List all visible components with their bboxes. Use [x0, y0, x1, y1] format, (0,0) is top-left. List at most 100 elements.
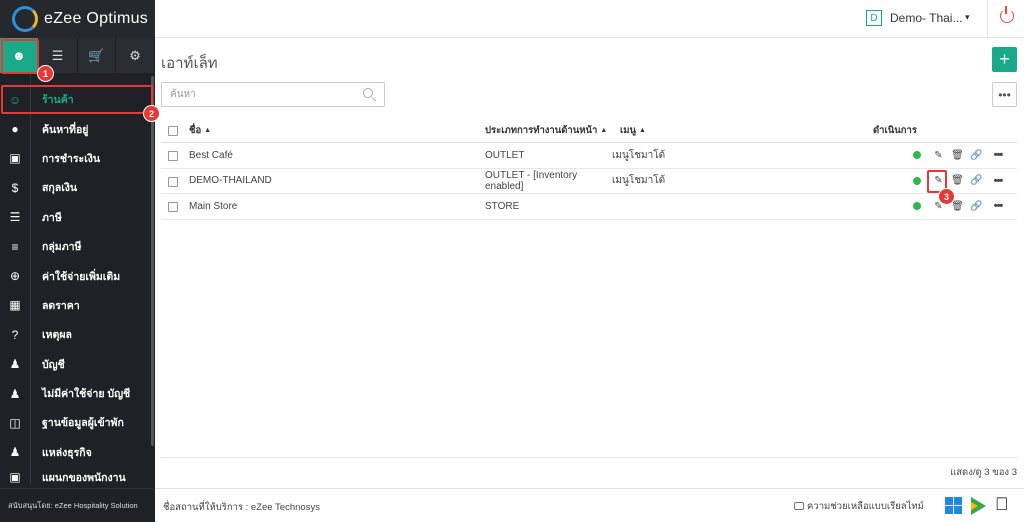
- sidebar-item-tax-group[interactable]: ≡ กลุ่มภาษี: [0, 232, 155, 261]
- sidebar-item-guest-database[interactable]: ◫ ฐานข้อมูลผู้เข้าพัก: [0, 408, 155, 437]
- sidebar-item-employee-department[interactable]: ▣ แผนกของพนักงาน: [0, 467, 155, 487]
- sort-asc-icon: ▲: [204, 126, 212, 134]
- status-active-icon[interactable]: [913, 202, 921, 211]
- sidebar-item-extra-charge[interactable]: ⊕ ค่าใช้จ่ายเพิ่มเติม: [0, 261, 155, 290]
- footer-provider: ชื่อสถานที่ให้บริการ : eZee Technosys: [163, 502, 320, 513]
- sidebar-item-label: เหตุผล: [42, 329, 72, 342]
- gift-icon: ▦: [9, 298, 21, 313]
- column-label: เมนู: [620, 124, 637, 136]
- ezee-logo-icon: [12, 6, 38, 32]
- step-badge-3: 3: [938, 188, 955, 205]
- edit-icon[interactable]: ✎: [929, 175, 948, 186]
- outlet-type: OUTLET - [Inventory enabled]: [485, 169, 578, 192]
- sidebar-footer: สนับสนุนโดย: eZee Hospitality Solution: [0, 488, 155, 522]
- sidebar-item-label: ร้านค้า: [42, 94, 74, 107]
- gear-icon[interactable]: ⚙: [116, 38, 155, 73]
- sidebar-item-business-source[interactable]: ♟ แหล่งธุรกิจ: [0, 438, 155, 467]
- search-icon[interactable]: [363, 88, 373, 98]
- outlet-menu: เมนูโชมาโต้: [612, 175, 666, 187]
- card-icon: ▣: [9, 151, 21, 166]
- sidebar-scrollbar[interactable]: [151, 76, 154, 446]
- google-play-icon[interactable]: [971, 497, 986, 515]
- sidebar-item-tax[interactable]: ☰ ภาษี: [0, 203, 155, 232]
- sidebar-item-currency[interactable]: $ สกุลเงิน: [0, 173, 155, 202]
- table-bottom-divider: [161, 457, 1017, 458]
- sidebar-item-label: ภาษี: [42, 211, 62, 224]
- search-input[interactable]: [161, 82, 385, 107]
- sidebar-item-label: กลุ่มภาษี: [42, 241, 82, 254]
- more-icon[interactable]: •••: [986, 175, 1010, 187]
- more-icon[interactable]: •••: [986, 200, 1010, 212]
- property-selector[interactable]: Demo- Thai...: [890, 11, 962, 25]
- live-help-link[interactable]: ความช่วยเหลือแบบเรียลไทม์: [794, 499, 924, 514]
- property-initial-badge[interactable]: D: [866, 10, 882, 26]
- top-header: D Demo- Thai... ▾: [155, 0, 1024, 38]
- outlet-name[interactable]: Main Store: [189, 194, 237, 219]
- sidebar-menu: ☺ ร้านค้า ● ค้นหาที่อยู่ ▣ การชำระเงิน $ สกุ…: [0, 85, 155, 487]
- sidebar-item-payment[interactable]: ▣ การชำระเงิน: [0, 144, 155, 173]
- sort-asc-icon: ▲: [600, 126, 608, 134]
- edit-icon[interactable]: ✎: [929, 150, 948, 161]
- row-checkbox[interactable]: [168, 151, 178, 161]
- column-header-menu[interactable]: เมนู ▲: [620, 118, 646, 142]
- apple-icon[interactable]: : [995, 494, 1009, 515]
- cart-icon[interactable]: 🛒: [78, 38, 117, 73]
- more-icon[interactable]: •••: [986, 149, 1010, 161]
- link-icon[interactable]: 🔗: [967, 201, 986, 212]
- users-icon: ♟: [9, 445, 21, 460]
- row-actions: ✎ 🗑 🔗 •••: [913, 169, 1010, 194]
- add-button[interactable]: +: [992, 47, 1017, 72]
- sidebar-item-label: สกุลเงิน: [42, 182, 78, 195]
- power-icon[interactable]: [1000, 6, 1014, 23]
- row-checkbox[interactable]: [168, 202, 178, 212]
- outlet-type: STORE: [485, 200, 520, 212]
- sidebar-item-reason[interactable]: ? เหตุผล: [0, 320, 155, 349]
- table-row: Best Café OUTLET เมนูโชมาโต้ ✎ 🗑 🔗 •••: [161, 143, 1017, 169]
- link-icon[interactable]: 🔗: [967, 150, 986, 161]
- bars-icon: ☰: [9, 210, 21, 225]
- app-title: eZee Optimus: [44, 10, 149, 27]
- more-options-button[interactable]: •••: [992, 82, 1017, 107]
- sidebar-item-label: แหล่งธุรกิจ: [42, 446, 92, 459]
- select-all-checkbox[interactable]: [168, 126, 178, 136]
- row-actions: ✎ 🗑 🔗 •••: [913, 143, 1010, 168]
- sidebar-item-label: ไม่มีค่าใช้จ่าย บัญชี: [42, 388, 131, 401]
- row-actions: ✎ 🗑 🔗 •••: [913, 194, 1010, 219]
- outlet-menu: เมนูโชมาโต้: [612, 149, 666, 161]
- trash-icon[interactable]: 🗑: [948, 150, 967, 161]
- row-checkbox[interactable]: [168, 176, 178, 187]
- outlet-name[interactable]: Best Café: [189, 143, 233, 168]
- sidebar-item-label: แผนกของพนักงาน: [42, 471, 126, 484]
- column-header-type[interactable]: ประเภทการทำงานด้านหน้า ▲: [485, 118, 607, 142]
- page-footer: ชื่อสถานที่ให้บริการ : eZee Technosys คว…: [155, 488, 1024, 522]
- card-icon: ▣: [9, 470, 21, 485]
- chevron-down-icon[interactable]: ▾: [965, 12, 970, 23]
- sort-asc-icon: ▲: [639, 126, 646, 134]
- chat-icon: [794, 502, 804, 510]
- table-row: Main Store STORE ✎ 🗑 🔗 •••: [161, 194, 1017, 220]
- sidebar-item-label: ค่าใช้จ่ายเพิ่มเติม: [42, 270, 121, 283]
- status-active-icon[interactable]: [913, 176, 921, 185]
- sidebar: eZee Optimus ☻ ☰ 🛒 ⚙ ☺ ร้านค้า ● ค้นหาที่อ…: [0, 0, 155, 522]
- sidebar-item-account[interactable]: ♟ บัญชี: [0, 350, 155, 379]
- sidebar-item-complimentary-account[interactable]: ♟ ไม่มีค่าใช้จ่าย บัญชี: [0, 379, 155, 408]
- user-settings-icon[interactable]: ☻: [0, 38, 39, 73]
- trash-icon[interactable]: 🗑: [948, 175, 967, 186]
- link-icon[interactable]: 🔗: [967, 175, 986, 186]
- column-header-name[interactable]: ชื่อ ▲: [189, 118, 211, 142]
- sidebar-item-label: ค้นหาที่อยู่: [42, 123, 89, 136]
- column-label: ประเภทการทำงานด้านหน้า: [485, 124, 598, 136]
- sidebar-item-store[interactable]: ☺ ร้านค้า: [0, 85, 155, 114]
- sidebar-item-label: บัญชี: [42, 358, 65, 371]
- logo-bar: eZee Optimus: [0, 0, 155, 38]
- plus-circle-icon: ⊕: [9, 269, 21, 284]
- pagination-info: แสดง/ดู 3 ของ 3: [950, 467, 1017, 478]
- status-active-icon[interactable]: [913, 151, 921, 160]
- sidebar-item-address-search[interactable]: ● ค้นหาที่อยู่: [0, 114, 155, 143]
- outlet-name[interactable]: DEMO-THAILAND: [189, 169, 272, 194]
- sidebar-item-discount[interactable]: ▦ ลดราคา: [0, 291, 155, 320]
- sidebar-item-label: ลดราคา: [42, 299, 80, 312]
- windows-icon[interactable]: [945, 497, 962, 514]
- column-header-actions: ดำเนินการ: [873, 124, 917, 136]
- app-root: eZee Optimus ☻ ☰ 🛒 ⚙ ☺ ร้านค้า ● ค้นหาที่อ…: [0, 0, 1024, 522]
